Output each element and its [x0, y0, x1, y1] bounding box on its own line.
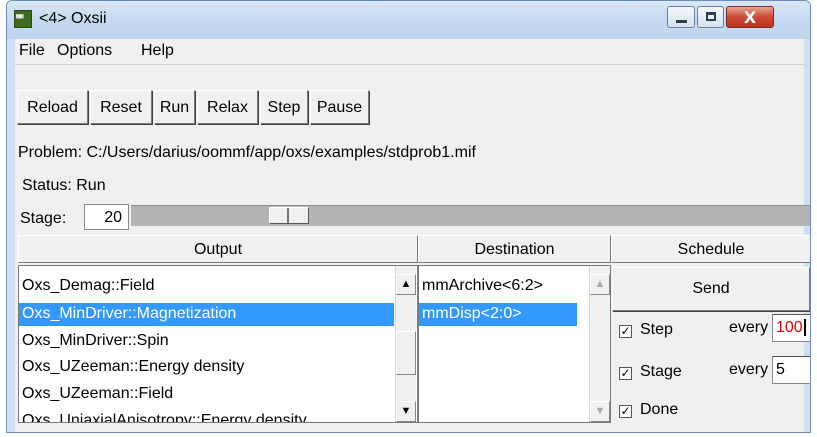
output-item[interactable]: Oxs_UZeeman::Field	[19, 383, 394, 406]
stage-label: Stage:	[20, 210, 67, 227]
output-item[interactable]: Oxs_UniaxialAnisotropy::Energy density	[19, 410, 394, 422]
output-scrollbar[interactable]: ▲ ▼	[395, 266, 416, 422]
app-icon[interactable]: ▦▦	[14, 10, 32, 28]
done-label: Done	[640, 401, 679, 418]
destination-item[interactable]: mmArchive<6:2>	[419, 275, 577, 298]
maximize-icon	[706, 12, 716, 21]
stage-every-field[interactable]: 5	[772, 356, 810, 384]
menu-options[interactable]: Options	[57, 42, 112, 60]
destination-header: Destination	[418, 235, 611, 263]
run-button[interactable]: Run	[154, 90, 195, 124]
pause-button[interactable]: Pause	[310, 90, 369, 124]
output-item[interactable]: Oxs_UZeeman::Energy density	[19, 356, 394, 379]
scroll-up-icon[interactable]: ▲	[590, 274, 610, 295]
step-checkbox[interactable]: ✓	[619, 325, 632, 338]
close-button[interactable]: X	[726, 6, 774, 28]
output-header: Output	[18, 235, 418, 263]
destination-item[interactable]: mmDisp<2:0>	[419, 303, 577, 326]
output-item[interactable]: Oxs_Demag::Field	[19, 275, 394, 298]
scrollbar-thumb[interactable]	[396, 331, 416, 375]
step-button[interactable]: Step	[260, 90, 308, 124]
send-button[interactable]: Send	[612, 267, 810, 311]
reset-button[interactable]: Reset	[90, 90, 152, 124]
destination-scrollbar[interactable]: ▲ ▼	[589, 266, 610, 422]
menu-bar: File Options Help	[15, 39, 804, 65]
done-checkbox[interactable]: ✓	[619, 405, 632, 418]
stage-schedule-label: Stage	[640, 363, 682, 380]
scroll-up-icon[interactable]: ▲	[396, 274, 416, 295]
output-item[interactable]: Oxs_MinDriver::Magnetization	[19, 303, 394, 326]
step-every-value: 100	[776, 319, 803, 336]
destination-list[interactable]: mmArchive<6:2> mmDisp<2:0> ▲ ▼	[418, 265, 611, 423]
schedule-header: Schedule	[611, 235, 810, 263]
oxsii-window: ▦▦ <4> Oxsii X File Options Help Reload …	[6, 0, 811, 433]
minimize-icon	[676, 20, 687, 23]
minimize-button[interactable]	[667, 6, 695, 28]
menu-file[interactable]: File	[19, 42, 45, 60]
stage-slider-thumb[interactable]	[269, 207, 309, 224]
stage-slider[interactable]	[131, 205, 810, 226]
scroll-down-icon[interactable]: ▼	[590, 401, 610, 422]
step-every-label: every	[729, 319, 769, 336]
output-list[interactable]: Oxs_Demag::Field Oxs_MinDriver::Magnetiz…	[18, 265, 418, 423]
stage-every-label: every	[729, 361, 769, 378]
step-every-field[interactable]: 100	[772, 314, 810, 342]
stage-checkbox[interactable]: ✓	[619, 367, 632, 380]
maximize-button[interactable]	[697, 6, 724, 28]
status-text: Status: Run	[22, 177, 106, 194]
menu-help[interactable]: Help	[141, 42, 174, 60]
title-bar[interactable]: ▦▦ <4> Oxsii X	[7, 1, 810, 39]
close-icon: X	[743, 8, 757, 27]
problem-path: Problem: C:/Users/darius/oommf/app/oxs/e…	[18, 144, 476, 161]
reload-button[interactable]: Reload	[17, 90, 88, 124]
relax-button[interactable]: Relax	[197, 90, 258, 124]
step-label: Step	[640, 321, 673, 338]
output-item[interactable]: Oxs_MinDriver::Spin	[19, 330, 394, 353]
stage-field[interactable]: 20	[84, 204, 129, 230]
window-title: <4> Oxsii	[39, 10, 107, 27]
scroll-down-icon[interactable]: ▼	[396, 401, 416, 422]
